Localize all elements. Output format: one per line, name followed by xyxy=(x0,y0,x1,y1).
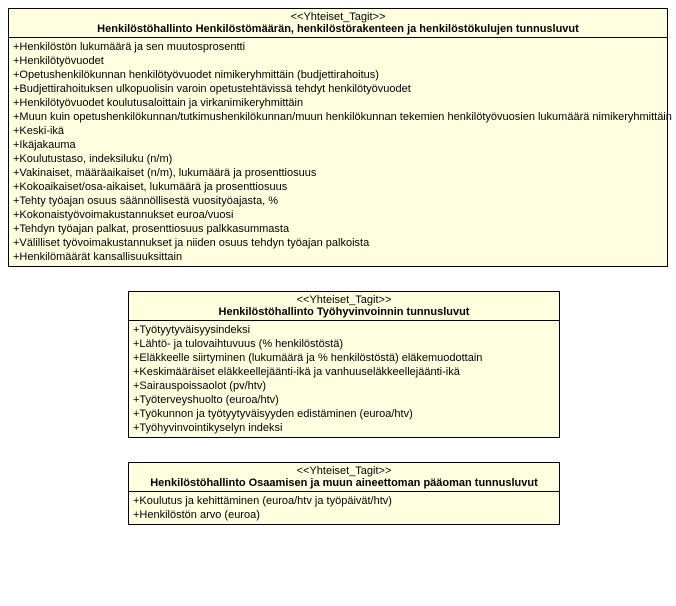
class-attribute: +Tehdyn työajan palkat, prosenttiosuus p… xyxy=(13,222,663,236)
class-attribute: +Muun kuin opetushenkilökunnan/tutkimush… xyxy=(13,110,663,124)
uml-class-attributes: +Henkilöstön lukumäärä ja sen muutospros… xyxy=(9,38,667,266)
uml-class-box-1: <<Yhteiset_Tagit>> Henkilöstöhallinto He… xyxy=(8,8,668,267)
class-attribute: +Koulutus ja kehittäminen (euroa/htv ja … xyxy=(133,494,555,508)
class-attribute: +Kokonaistyövoimakustannukset euroa/vuos… xyxy=(13,208,663,222)
class-title: Henkilöstöhallinto Työhyvinvoinnin tunnu… xyxy=(133,306,555,318)
class-attribute: +Henkilötyövuodet koulutusaloittain ja v… xyxy=(13,96,663,110)
class-attribute: +Työtyytyväisyysindeksi xyxy=(133,323,555,337)
uml-class-box-2: <<Yhteiset_Tagit>> Henkilöstöhallinto Ty… xyxy=(128,291,560,438)
class-attribute: +Työterveyshuolto (euroa/htv) xyxy=(133,393,555,407)
uml-class-attributes: +Työtyytyväisyysindeksi +Lähtö- ja tulov… xyxy=(129,321,559,437)
class-attribute: +Henkilöstön arvo (euroa) xyxy=(133,508,555,522)
class-title: Henkilöstöhallinto Osaamisen ja muun ain… xyxy=(133,477,555,489)
uml-class-header: <<Yhteiset_Tagit>> Henkilöstöhallinto Os… xyxy=(129,463,559,492)
class-attribute: +Ikäjakauma xyxy=(13,138,663,152)
uml-class-header: <<Yhteiset_Tagit>> Henkilöstöhallinto He… xyxy=(9,9,667,38)
uml-class-header: <<Yhteiset_Tagit>> Henkilöstöhallinto Ty… xyxy=(129,292,559,321)
stereotype: <<Yhteiset_Tagit>> xyxy=(133,465,555,477)
uml-class-attributes: +Koulutus ja kehittäminen (euroa/htv ja … xyxy=(129,492,559,524)
class-attribute: +Koulutustaso, indeksiluku (n/m) xyxy=(13,152,663,166)
class-attribute: +Henkilötyövuodet xyxy=(13,54,663,68)
class-attribute: +Työhyvinvointikyselyn indeksi xyxy=(133,421,555,435)
class-attribute: +Opetushenkilökunnan henkilötyövuodet ni… xyxy=(13,68,663,82)
class-attribute: +Lähtö- ja tulovaihtuvuus (% henkilöstös… xyxy=(133,337,555,351)
class-attribute: +Kokoaikaiset/osa-aikaiset, lukumäärä ja… xyxy=(13,180,663,194)
class-attribute: +Henkilömäärät kansallisuuksittain xyxy=(13,250,663,264)
class-attribute: +Keski-ikä xyxy=(13,124,663,138)
class-attribute: +Eläkkeelle siirtyminen (lukumäärä ja % … xyxy=(133,351,555,365)
stereotype: <<Yhteiset_Tagit>> xyxy=(13,11,663,23)
class-attribute: +Budjettirahoituksen ulkopuolisin varoin… xyxy=(13,82,663,96)
class-attribute: +Tehty työajan osuus säännöllisestä vuos… xyxy=(13,194,663,208)
class-attribute: +Sairauspoissaolot (pv/htv) xyxy=(133,379,555,393)
class-attribute: +Keskimääräiset eläkkeellejäänti-ikä ja … xyxy=(133,365,555,379)
uml-class-box-3: <<Yhteiset_Tagit>> Henkilöstöhallinto Os… xyxy=(128,462,560,525)
class-attribute: +Henkilöstön lukumäärä ja sen muutospros… xyxy=(13,40,663,54)
class-attribute: +Välilliset työvoimakustannukset ja niid… xyxy=(13,236,663,250)
class-title: Henkilöstöhallinto Henkilöstömäärän, hen… xyxy=(13,23,663,35)
class-attribute: +Vakinaiset, määräaikaiset (n/m), lukumä… xyxy=(13,166,663,180)
stereotype: <<Yhteiset_Tagit>> xyxy=(133,294,555,306)
class-attribute: +Työkunnon ja työtyytyväisyyden edistämi… xyxy=(133,407,555,421)
